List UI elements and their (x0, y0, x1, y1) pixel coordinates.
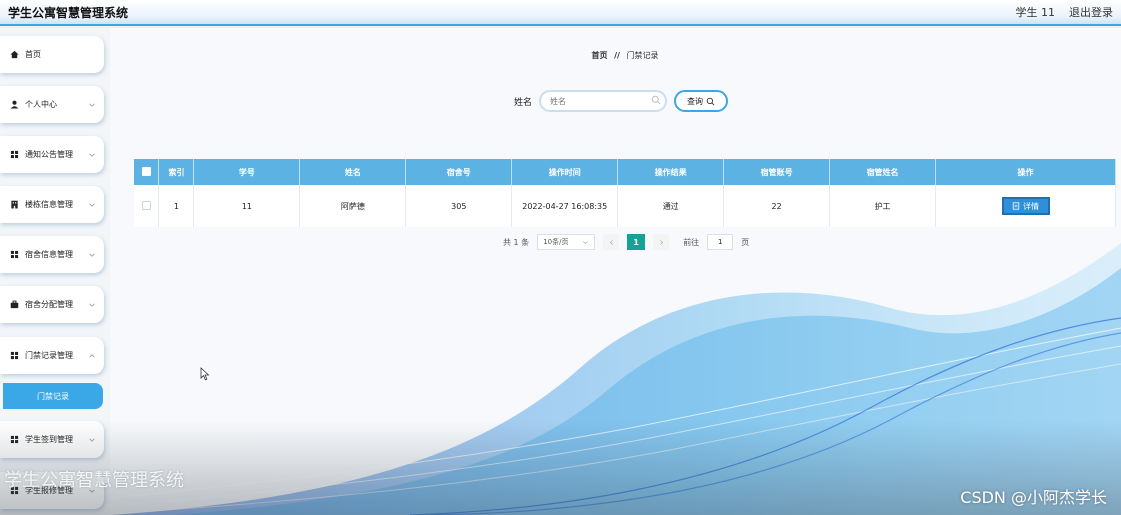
column-header: 索引 (158, 159, 195, 185)
sidebar-item-notice[interactable]: 通知公告管理 (0, 136, 104, 173)
chevron-down-icon (89, 303, 95, 307)
chevron-down-icon (89, 103, 95, 107)
sidebar: 首页 个人中心 通知公告管理 楼栋信息管理 宿舍信息管理 宿舍分配管理 门禁记录… (0, 28, 110, 515)
goto-label: 前往 (683, 237, 700, 247)
column-header: 操作结果 (617, 159, 725, 185)
sidebar-item-dorm-info[interactable]: 宿舍信息管理 (0, 236, 104, 273)
sidebar-item-label: 学生签到管理 (25, 435, 73, 444)
sidebar-subitem-access-record[interactable]: 门禁记录 (3, 383, 103, 409)
column-header: 操作 (935, 159, 1116, 185)
search-label: 姓名 (514, 97, 533, 108)
user-icon (10, 100, 19, 109)
mouse-cursor-icon (200, 367, 210, 381)
cell-student-no: 11 (193, 185, 301, 227)
main-content: 首页 // 门禁记录 姓名 查询 索引 学号 姓名 宿舍号 操作时间 操作结果 … (110, 28, 1121, 515)
search-icon (651, 95, 661, 105)
select-all-checkbox[interactable] (141, 166, 151, 176)
sidebar-item-student-checkin[interactable]: 学生签到管理 (0, 421, 104, 458)
cell-name: 阿萨德 (299, 185, 407, 227)
watermark-right: CSDN @小阿杰学长 (960, 488, 1107, 507)
query-button[interactable]: 查询 (674, 90, 729, 112)
cell-admin-account: 22 (723, 185, 831, 227)
page-size-select[interactable]: 10条/页 (537, 234, 596, 250)
column-header: 操作时间 (511, 159, 619, 185)
column-header: 学号 (193, 159, 301, 185)
access-record-table: 索引 学号 姓名 宿舍号 操作时间 操作结果 宿管账号 宿管姓名 操作 1 11… (134, 159, 1116, 227)
select-all-cell (134, 159, 160, 185)
sidebar-item-dorm-allocation[interactable]: 宿舍分配管理 (0, 286, 104, 323)
cell-action: 详情 (935, 185, 1116, 227)
page-number-current[interactable]: 1 (627, 234, 646, 250)
row-select-cell (134, 185, 160, 227)
sidebar-item-label: 门禁记录管理 (25, 351, 73, 360)
cell-index: 1 (158, 185, 195, 227)
search-input[interactable] (539, 90, 668, 112)
grid-icon (10, 435, 19, 444)
grid-icon (10, 150, 19, 159)
column-header: 姓名 (299, 159, 407, 185)
next-page-button[interactable] (653, 234, 670, 250)
cell-time: 2022-04-27 16:08:35 (511, 185, 619, 227)
column-header: 宿管账号 (723, 159, 831, 185)
cell-room: 305 (405, 185, 513, 227)
home-icon (10, 50, 19, 59)
cell-result: 通过 (617, 185, 725, 227)
sidebar-item-building[interactable]: 楼栋信息管理 (0, 186, 104, 223)
search-input-wrap (539, 90, 668, 112)
document-icon (1012, 202, 1020, 210)
column-header: 宿管姓名 (829, 159, 937, 185)
breadcrumb-current: 门禁记录 (626, 51, 659, 60)
cell-admin-name: 护工 (829, 185, 937, 227)
logout-link[interactable]: 退出登录 (1069, 4, 1113, 20)
pagination-total: 共 1 条 (503, 237, 530, 247)
query-button-label: 查询 (687, 96, 704, 106)
sidebar-item-home[interactable]: 首页 (0, 36, 104, 73)
sidebar-item-label: 宿舍信息管理 (25, 250, 73, 259)
sidebar-item-label: 通知公告管理 (25, 150, 73, 159)
sidebar-item-label: 宿舍分配管理 (25, 300, 73, 309)
table-header-row: 索引 学号 姓名 宿舍号 操作时间 操作结果 宿管账号 宿管姓名 操作 (134, 159, 1116, 185)
pagination: 共 1 条 10条/页 1 前往 1 页 (503, 234, 749, 250)
detail-button-label: 详情 (1023, 201, 1040, 211)
chevron-down-icon (89, 438, 95, 442)
sidebar-item-access-records[interactable]: 门禁记录管理 (0, 337, 104, 374)
table-row: 1 11 阿萨德 305 2022-04-27 16:08:35 通过 22 护… (134, 185, 1116, 227)
row-checkbox[interactable] (141, 200, 151, 210)
search-icon (706, 97, 715, 105)
grid-icon (10, 250, 19, 259)
app-title: 学生公寓智慧管理系统 (8, 5, 129, 20)
chevron-down-icon (89, 253, 95, 257)
sidebar-item-personal-center[interactable]: 个人中心 (0, 86, 104, 123)
chevron-down-icon (89, 153, 95, 157)
building-icon (10, 200, 19, 209)
watermark-left: 学生公寓智慧管理系统 (4, 470, 184, 491)
sidebar-item-label: 楼栋信息管理 (25, 200, 73, 209)
page-size-value: 10条/页 (543, 238, 569, 246)
user-area: 学生 11 退出登录 (1016, 4, 1114, 20)
page-suffix: 页 (741, 237, 750, 247)
top-bar: 学生公寓智慧管理系统 学生 11 退出登录 (0, 0, 1121, 26)
briefcase-icon (10, 300, 19, 309)
chevron-down-icon (89, 203, 95, 207)
breadcrumb-separator: // (614, 51, 620, 60)
detail-button[interactable]: 详情 (1001, 197, 1050, 215)
sidebar-item-label: 首页 (25, 50, 41, 59)
goto-page-input[interactable]: 1 (707, 234, 734, 250)
breadcrumb-home[interactable]: 首页 (592, 51, 608, 60)
chevron-left-icon (609, 239, 613, 245)
chevron-right-icon (659, 239, 663, 245)
sidebar-item-label: 个人中心 (25, 100, 57, 109)
chevron-up-icon (89, 353, 95, 357)
chevron-down-icon (583, 240, 589, 244)
breadcrumb: 首页 // 门禁记录 (110, 50, 1121, 61)
prev-page-button[interactable] (603, 234, 620, 250)
column-header: 宿舍号 (405, 159, 513, 185)
search-bar: 姓名 查询 (514, 90, 729, 112)
grid-icon (10, 351, 19, 360)
current-user[interactable]: 学生 11 (1016, 4, 1056, 20)
